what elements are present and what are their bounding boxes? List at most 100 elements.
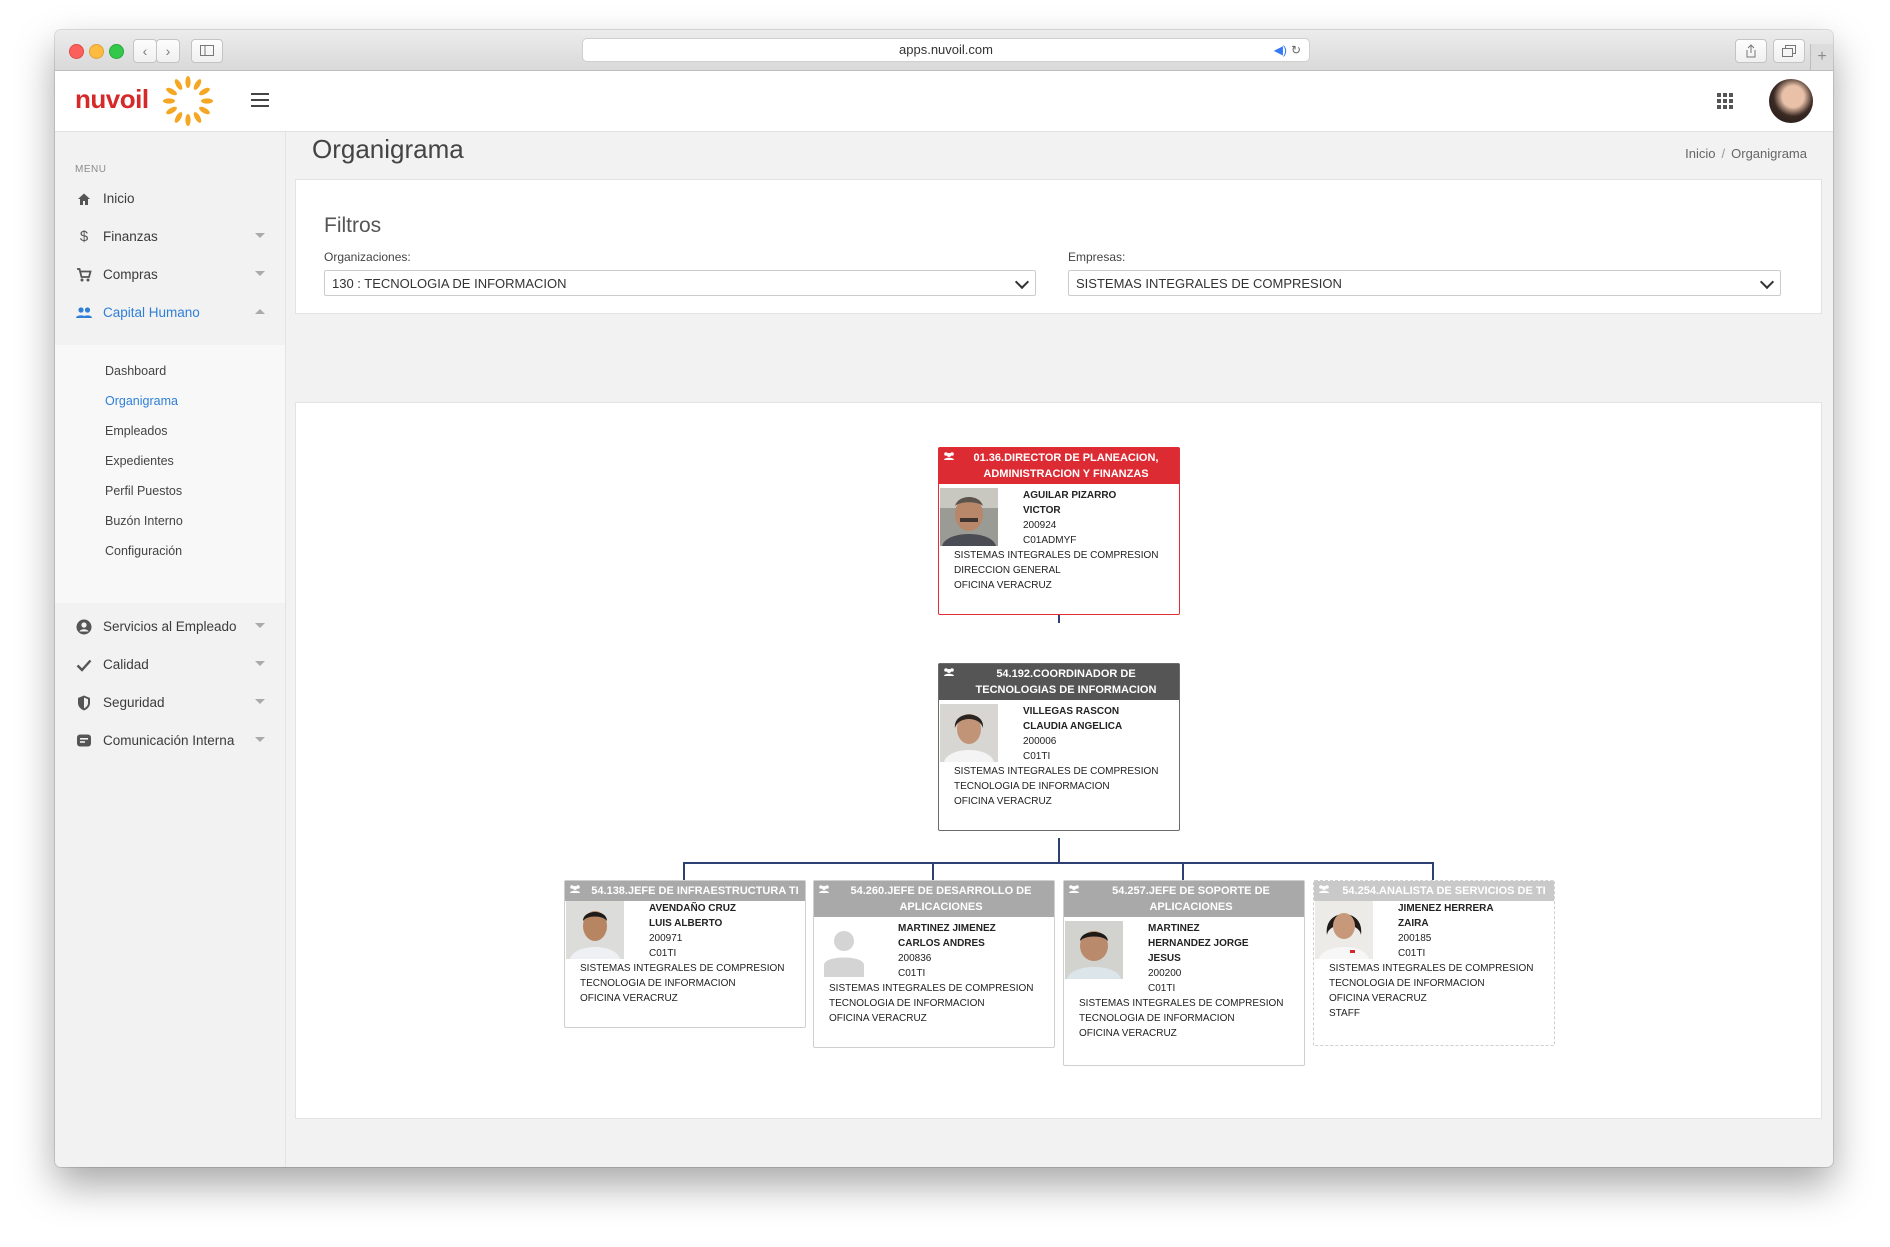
browser-window: ‹ › apps.nuvoil.com ◀) ↻ + nuvoil MENU I… [55,30,1833,1167]
cart-icon [77,268,92,282]
employee-position-code: C01TI [649,948,677,959]
zoom-window-button[interactable] [109,44,124,59]
employee-id: 200185 [1398,933,1432,944]
employee-id: 200200 [1148,968,1182,979]
employee-company: SISTEMAS INTEGRALES DE COMPRESION [954,550,1159,561]
account-circle-icon [76,619,92,635]
chevron-down-icon [255,737,265,742]
org-node-director[interactable]: 01.36.DIRECTOR DE PLANEACION, ADMINISTRA… [938,447,1180,615]
filters-title: Filtros [324,214,382,237]
capital-humano-submenu: Dashboard Organigrama Empleados Expedien… [55,345,285,603]
employee-position-code: C01TI [1398,948,1426,959]
node-title: 54.254.ANALISTA DE SERVICIOS DE TI [1342,885,1546,897]
submenu-item-organigrama[interactable]: Organigrama [105,394,178,408]
sidebar-item-calidad[interactable]: Calidad [55,646,285,684]
share-button[interactable] [1735,39,1767,63]
submenu-item-configuracion[interactable]: Configuración [105,544,182,558]
submenu-item-expedientes[interactable]: Expedientes [105,454,174,468]
org-chart-card: 01.36.DIRECTOR DE PLANEACION, ADMINISTRA… [295,402,1822,1119]
url-text: apps.nuvoil.com [899,42,993,57]
chevron-down-icon [255,661,265,666]
group-icon [1319,885,1329,893]
employee-company: SISTEMAS INTEGRALES DE COMPRESION [829,983,1034,994]
chevron-down-icon [255,699,265,704]
employee-surname-2: HERNANDEZ JORGE [1148,938,1249,949]
home-icon [78,193,90,205]
employee-surname: VILLEGAS RASCON [1023,706,1120,717]
submenu-item-empleados[interactable]: Empleados [105,424,168,438]
employee-id: 200924 [1023,520,1057,531]
chevron-up-icon [255,309,265,314]
breadcrumb: Inicio / Organigrama [1685,146,1807,161]
chevron-right-icon: › [165,43,171,59]
employee-company: SISTEMAS INTEGRALES DE COMPRESION [1079,998,1284,1009]
employee-surname: MARTINEZ JIMENEZ [898,923,996,934]
employee-department: TECNOLOGIA DE INFORMACION [954,781,1110,792]
sidebar-item-inicio[interactable]: Inicio [55,180,285,218]
browser-toolbar: ‹ › apps.nuvoil.com ◀) ↻ + [55,30,1833,71]
employee-location: OFICINA VERACRUZ [1079,1028,1177,1039]
chat-icon [77,734,91,747]
sidebar-item-seguridad[interactable]: Seguridad [55,684,285,722]
org-node-jefe-desarrollo[interactable]: 54.260.JEFE DE DESARROLLO DE APLICACIONE… [813,880,1055,1048]
group-icon [944,668,954,676]
employee-name: VICTOR [1023,505,1061,516]
sidebar-item-compras[interactable]: Compras [55,256,285,294]
new-tab-button[interactable]: + [1810,44,1833,70]
node-title: 54.138.JEFE DE INFRAESTRUCTURA TI [591,885,799,897]
sidebar-item-capital-humano[interactable]: Capital Humano [55,294,285,332]
employee-surname: JIMENEZ HERRERA [1398,903,1494,914]
group-icon [1069,885,1079,893]
employee-surname: AGUILAR PIZARRO [1023,490,1117,501]
org-node-jefe-infraestructura[interactable]: 54.138.JEFE DE INFRAESTRUCTURA TI AVENDA… [564,880,806,1028]
forward-button[interactable]: › [156,39,180,63]
tabs-overview-button[interactable] [1773,39,1805,63]
node-title: 54.192.COORDINADOR DE TECNOLOGIAS DE INF… [975,668,1157,696]
employee-location: OFICINA VERACRUZ [580,993,678,1004]
group-icon [819,885,829,893]
org-node-coordinador[interactable]: 54.192.COORDINADOR DE TECNOLOGIAS DE INF… [938,663,1180,831]
sidebar-item-comunicacion-interna[interactable]: Comunicación Interna [55,722,285,760]
empresas-select[interactable]: SISTEMAS INTEGRALES DE COMPRESION [1068,270,1781,296]
submenu-item-dashboard[interactable]: Dashboard [105,364,166,378]
employee-location: OFICINA VERACRUZ [1329,993,1427,1004]
employee-department: TECNOLOGIA DE INFORMACION [1079,1013,1235,1024]
sidebar-item-servicios-al-empleado[interactable]: Servicios al Empleado [55,608,285,646]
close-window-button[interactable] [69,44,84,59]
organizaciones-select[interactable]: 130 : TECNOLOGIA DE INFORMACION [324,270,1036,296]
employee-company: SISTEMAS INTEGRALES DE COMPRESION [580,963,785,974]
node-title: 54.257.JEFE DE SOPORTE DE APLICACIONES [1112,885,1270,913]
employee-surname: MARTINEZ [1148,923,1200,934]
apps-grid-icon[interactable] [1717,93,1733,109]
chevron-down-icon [1014,274,1030,290]
connector-child-2 [932,862,934,880]
submenu-item-perfil-puestos[interactable]: Perfil Puestos [105,484,182,498]
breadcrumb-current: Organigrama [1731,146,1807,161]
employee-location: OFICINA VERACRUZ [829,1013,927,1024]
employee-position-code: C01TI [898,968,926,979]
employee-photo [1315,901,1373,959]
sidebar-item-finanzas[interactable]: $ Finanzas [55,218,285,256]
submenu-item-buzon-interno[interactable]: Buzón Interno [105,514,183,528]
org-node-jefe-soporte[interactable]: 54.257.JEFE DE SOPORTE DE APLICACIONES M… [1063,880,1305,1066]
app-header: nuvoil [55,71,1833,132]
chevron-down-icon [255,233,265,238]
brand-logo-text[interactable]: nuvoil [75,84,149,115]
user-avatar[interactable] [1769,79,1813,123]
back-button[interactable]: ‹ [133,39,157,63]
address-bar[interactable]: apps.nuvoil.com ◀) ↻ [582,38,1310,62]
tabs-icon [1782,45,1796,57]
sidebar-toggle-button[interactable] [191,39,223,63]
org-node-analista-servicios[interactable]: 54.254.ANALISTA DE SERVICIOS DE TI JIMEN… [1313,880,1555,1046]
sun-logo-icon [163,76,213,126]
employee-name: LUIS ALBERTO [649,918,723,929]
reload-icon[interactable]: ↻ [1291,43,1301,57]
dollar-icon: $ [79,228,89,245]
speaker-icon[interactable]: ◀) [1274,43,1287,57]
minimize-window-button[interactable] [89,44,104,59]
employee-name: ZAIRA [1398,918,1429,929]
chevron-left-icon: ‹ [142,43,148,59]
breadcrumb-home-link[interactable]: Inicio [1685,146,1715,161]
employee-photo [940,488,998,546]
menu-toggle-button[interactable] [251,93,269,107]
